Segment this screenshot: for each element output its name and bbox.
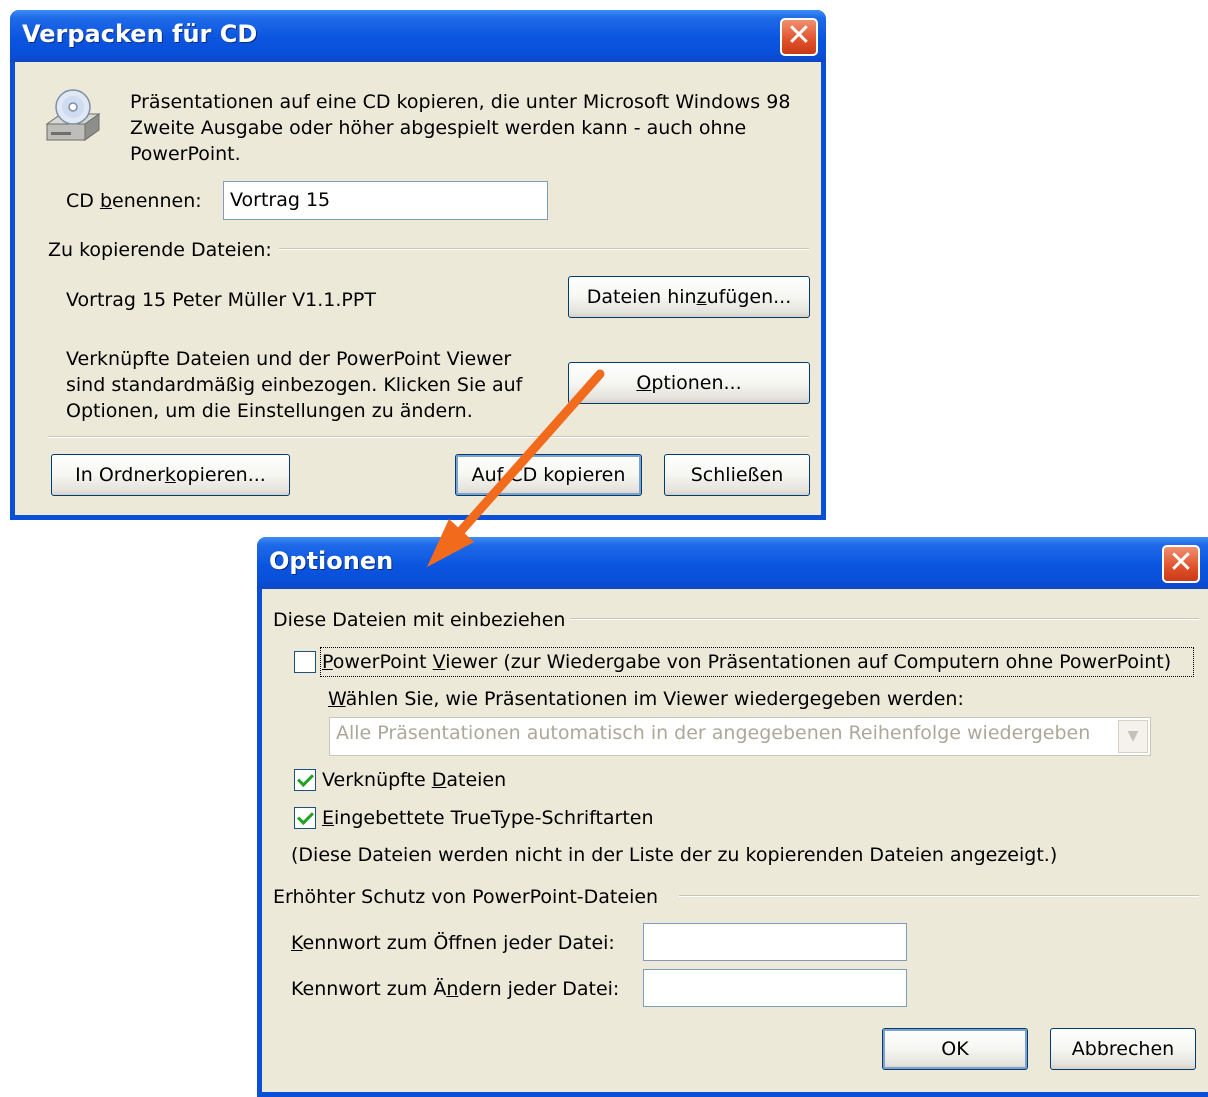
options-dialog-client: Diese Dateien mit einbeziehen PowerPoint… [262, 589, 1208, 1092]
copy-to-folder-button[interactable]: In Ordner k opieren... [51, 454, 290, 496]
playback-select[interactable]: Alle Präsentationen automatisch in der a… [329, 717, 1151, 756]
viewer-checkbox-label[interactable]: PowerPoint Viewer (zur Wiedergabe von Pr… [322, 649, 1171, 675]
linked-files-checkbox[interactable] [294, 769, 316, 791]
viewer-checkbox[interactable] [294, 651, 316, 673]
cd-name-label: CD benennen: [66, 190, 202, 212]
include-group-separator [570, 618, 1199, 620]
modify-password-label: Kennwort zum Ändern jeder Datei: [291, 978, 620, 1000]
embedded-fonts-label[interactable]: Eingebettete TrueType-Schriftarten [322, 805, 654, 831]
security-group-separator [679, 895, 1199, 897]
pack-dialog-titlebar[interactable]: Verpacken für CD ✕ [10, 10, 826, 62]
close-icon: ✕ [1168, 545, 1194, 580]
linked-files-label[interactable]: Verknüpfte Dateien [322, 767, 506, 793]
cancel-button[interactable]: Abbrechen [1050, 1028, 1196, 1070]
close-icon: ✕ [786, 18, 812, 53]
linked-info-line-3: Optionen, um die Einstellungen zu ändern… [66, 400, 473, 422]
ok-button[interactable]: OK [882, 1028, 1028, 1070]
include-note: (Diese Dateien werden nicht in der Liste… [291, 844, 1058, 866]
add-files-button[interactable]: Dateien hin z ufügen... [568, 276, 810, 318]
copy-to-cd-button[interactable]: Auf CD kopieren [455, 454, 642, 496]
modify-password-input[interactable] [643, 969, 907, 1007]
file-list-item[interactable]: Vortrag 15 Peter Müller V1.1.PPT [66, 287, 376, 313]
pack-bottom-separator [48, 436, 809, 438]
options-button[interactable]: Optionen... [568, 362, 810, 404]
pack-dialog-client: Präsentationen auf eine CD kopieren, die… [15, 62, 821, 515]
pack-description-line-2: Zweite Ausgabe oder höher abgespielt wer… [130, 117, 747, 139]
cd-name-input[interactable]: Vortrag 15 [223, 181, 548, 220]
security-group-label: Erhöhter Schutz von PowerPoint-Dateien [273, 886, 659, 908]
playback-select-label: Wählen Sie, wie Präsentationen im Viewer… [328, 688, 964, 710]
files-group-separator [279, 248, 809, 250]
cd-drive-icon [45, 89, 101, 141]
pack-close-button[interactable]: Schließen [664, 454, 810, 496]
options-dialog-title: Optionen [269, 547, 394, 575]
files-group-label: Zu kopierende Dateien: [48, 239, 272, 261]
playback-select-value: Alle Präsentationen automatisch in der a… [336, 722, 1091, 744]
embedded-fonts-checkbox[interactable] [294, 807, 316, 829]
pack-for-cd-dialog: Verpacken für CD ✕ Präsentationen auf ei… [10, 10, 826, 520]
pack-description-line-1: Präsentationen auf eine CD kopieren, die… [130, 91, 791, 113]
include-group-label: Diese Dateien mit einbeziehen [273, 609, 566, 631]
open-password-input[interactable] [643, 923, 907, 961]
linked-info-line-1: Verknüpfte Dateien und der PowerPoint Vi… [66, 348, 512, 370]
pack-dialog-close-button[interactable]: ✕ [780, 18, 818, 56]
open-password-label: Kennwort zum Öffnen jeder Datei: [291, 932, 615, 954]
pack-description-line-3: PowerPoint. [130, 143, 241, 165]
pack-dialog-title: Verpacken für CD [22, 20, 258, 48]
options-dialog: Optionen ✕ Diese Dateien mit einbeziehen… [257, 537, 1208, 1097]
options-dialog-titlebar[interactable]: Optionen ✕ [257, 537, 1208, 589]
options-dialog-close-button[interactable]: ✕ [1162, 545, 1200, 583]
linked-info-line-2: sind standardmäßig einbezogen. Klicken S… [66, 374, 523, 396]
chevron-down-icon[interactable]: ▼ [1118, 720, 1148, 753]
